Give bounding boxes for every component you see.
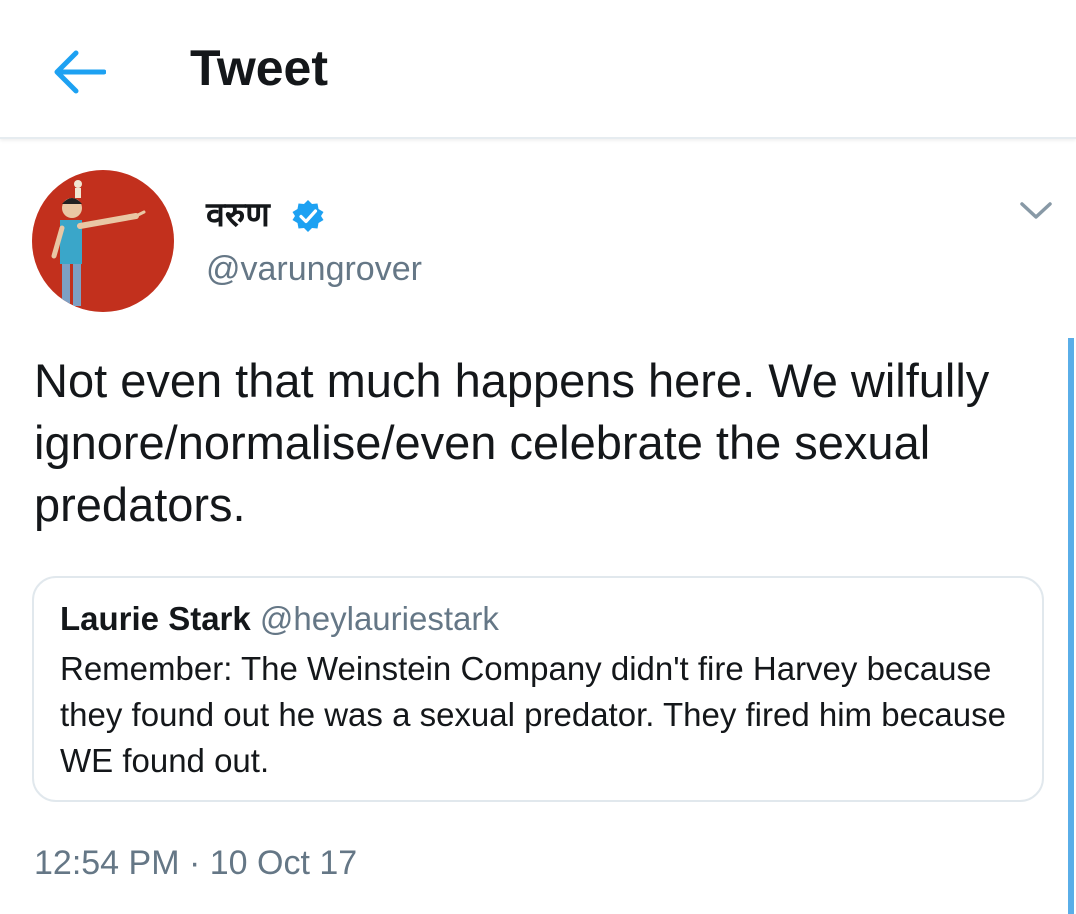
tweet-timestamp: 12:54 PM · 10 Oct 17 <box>34 844 358 882</box>
verified-badge-icon <box>292 200 324 232</box>
quoted-tweet-name: Laurie Stark <box>60 600 251 637</box>
arrow-left-icon <box>54 50 106 94</box>
quoted-tweet-text: Remember: The Weinstein Company didn't f… <box>60 650 1006 779</box>
scrollbar[interactable] <box>1068 338 1074 914</box>
page-title: Tweet <box>190 40 328 96</box>
avatar-illustration <box>32 170 174 312</box>
author-handle[interactable]: @varungrover <box>206 248 422 290</box>
avatar[interactable] <box>32 170 174 312</box>
chevron-down-icon[interactable] <box>1016 196 1056 224</box>
quoted-tweet-handle: @heylauriestark <box>259 600 499 637</box>
quoted-tweet-author: Laurie Stark @heylauriestark <box>60 598 499 640</box>
quoted-tweet-card[interactable]: Laurie Stark @heylauriestark Remember: T… <box>32 576 1044 802</box>
tweet-text: Not even that much happens here. We wilf… <box>34 354 990 531</box>
top-bar: Tweet <box>0 0 1076 139</box>
author-display-name[interactable]: वरुण <box>206 190 270 240</box>
back-button[interactable] <box>48 44 110 100</box>
